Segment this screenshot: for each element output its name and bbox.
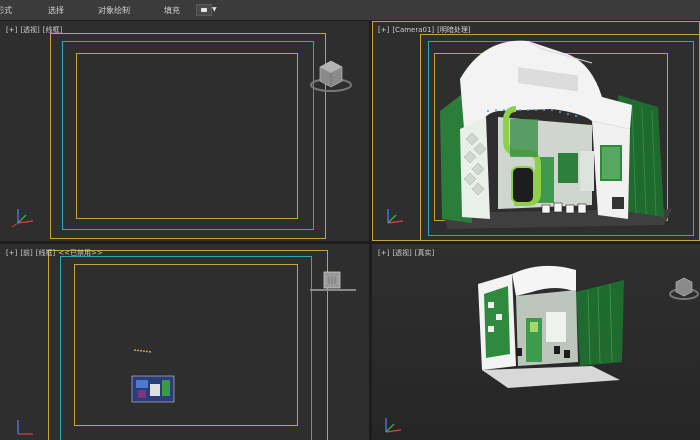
viewcube-icon[interactable] xyxy=(306,55,356,95)
chevron-down-icon[interactable]: ▼ xyxy=(212,6,217,13)
title-safe-frame xyxy=(74,264,298,426)
viewport-bottom-left[interactable]: [+] [前] [线框] <<已禁用>> xyxy=(0,244,369,440)
viewport-label-top-right[interactable]: [+] [Camera01] [明暗处理] xyxy=(378,25,474,35)
exhibition-booth-render xyxy=(440,40,672,229)
viewport-top-right[interactable]: [+] [Camera01] [明暗处理] xyxy=(372,21,700,241)
ribbon-tab-form[interactable]: 形式 xyxy=(0,5,12,16)
title-safe-frame xyxy=(76,53,298,219)
viewport-label-top-left[interactable]: [+] [透视] [线框] xyxy=(6,25,65,35)
ribbon-bar: 形式 选择 对象绘制 填充 ▼ xyxy=(0,0,700,21)
viewport-top-left[interactable]: [+] [透视] [线框] xyxy=(0,21,369,241)
axis-tripod-icon xyxy=(385,418,402,433)
axis-tripod-icon xyxy=(387,209,404,224)
ribbon-tab-object-paint[interactable]: 对象绘制 xyxy=(98,5,130,16)
viewport-label-bottom-left[interactable]: [+] [前] [线框] <<已禁用>> xyxy=(6,248,106,258)
viewcube-icon[interactable] xyxy=(668,274,700,304)
viewport-bottom-right[interactable]: [+] [透视] [真实] xyxy=(372,244,700,440)
exhibition-booth-render xyxy=(478,265,624,388)
viewcube-icon[interactable] xyxy=(308,270,358,298)
ribbon-tab-select[interactable]: 选择 xyxy=(48,5,64,16)
axis-tripod-icon xyxy=(11,209,34,228)
ribbon-tab-populate[interactable]: 填充 xyxy=(164,5,180,16)
axis-tripod-icon xyxy=(17,420,33,435)
viewport-label-bottom-right[interactable]: [+] [透视] [真实] xyxy=(378,248,437,258)
viewport-divider-horizontal[interactable] xyxy=(0,241,700,244)
viewport-divider-vertical[interactable] xyxy=(369,20,372,440)
dot-icon xyxy=(201,8,207,12)
ribbon-options-button[interactable] xyxy=(196,4,212,16)
front-view-geometry xyxy=(131,349,175,403)
